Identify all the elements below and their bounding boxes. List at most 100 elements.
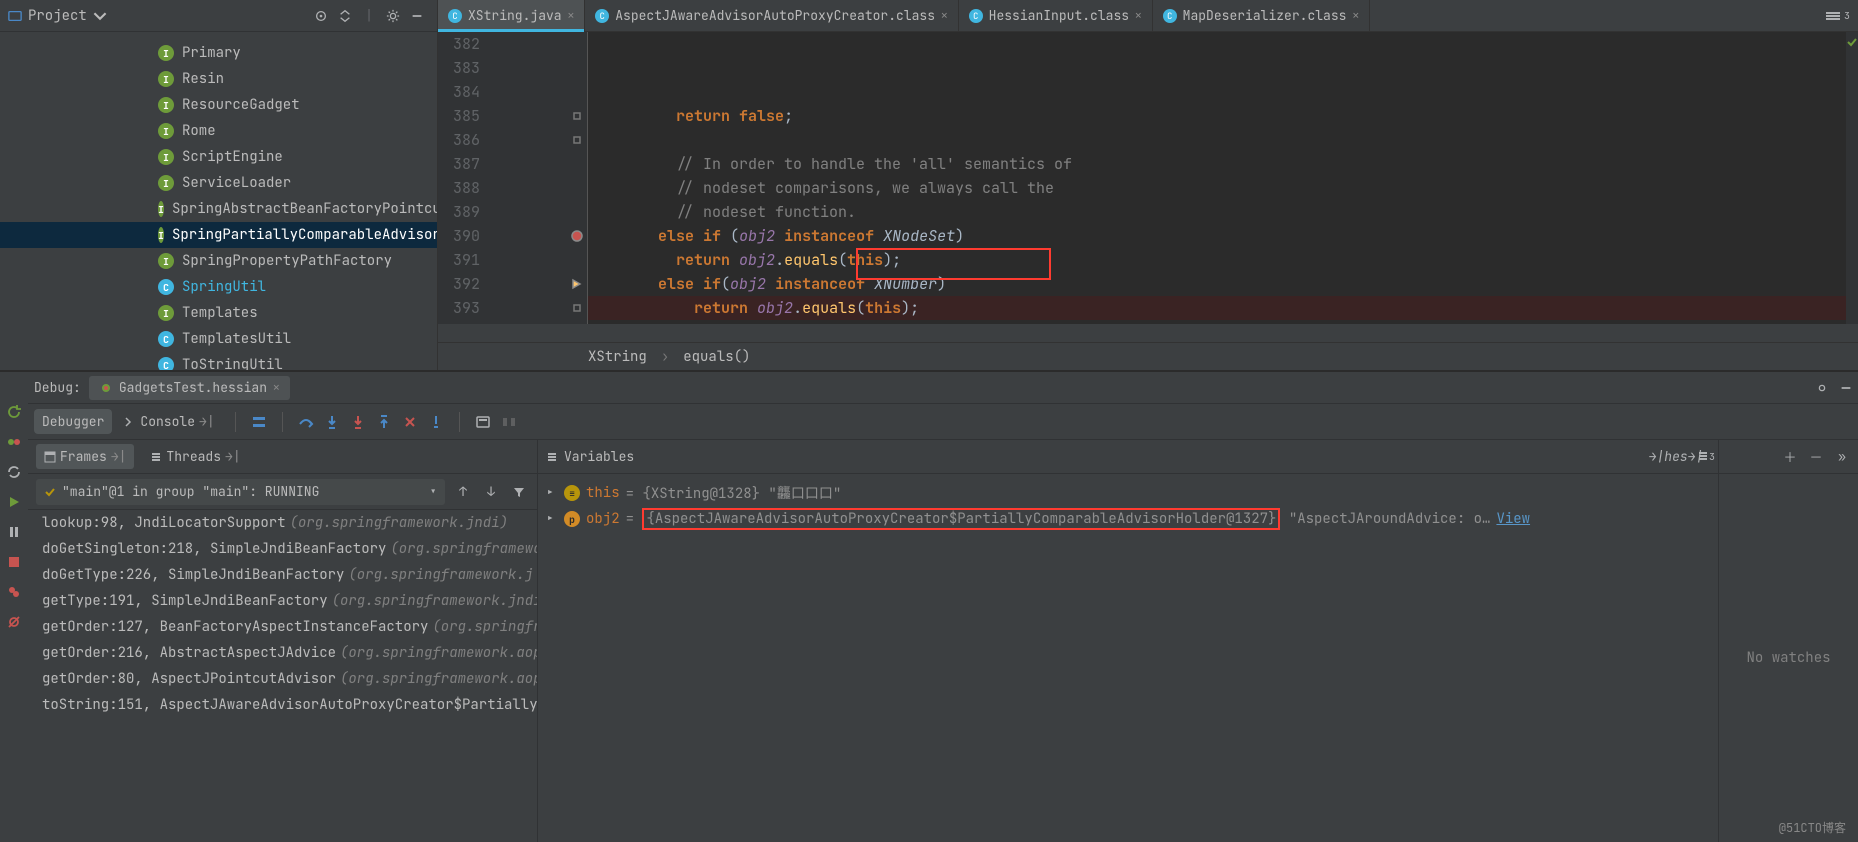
view-link[interactable]: View [1496,510,1530,528]
editor-horizontal-scrollbar[interactable] [438,324,1858,342]
breadcrumb-class[interactable]: XString [588,348,647,366]
code-line[interactable]: return obj2.equals(this); [588,248,1858,272]
resume-icon[interactable] [6,494,22,510]
code-line[interactable]: // In order to handle the 'all' semantic… [588,152,1858,176]
step-over-icon[interactable] [295,411,317,433]
debug-config-tab[interactable]: GadgetsTest.hessian ✕ [89,376,290,400]
breadcrumb-method[interactable]: equals() [683,348,750,366]
expand-icon[interactable]: ▸ [546,510,558,528]
threads-tab[interactable]: Threads →| [142,444,248,469]
tab-debugger[interactable]: Debugger [34,409,112,434]
add-watch-icon[interactable]: ＋ [1780,447,1800,466]
rerun-icon[interactable] [6,404,22,420]
tree-item[interactable]: CSpringUtil [0,274,437,300]
variables-body[interactable]: ▸ ≡ this = {XString@1328} "龘口口口" ▸ p obj… [538,474,1718,842]
class-icon: I [158,305,174,321]
tree-item[interactable]: CTemplatesUtil [0,326,437,352]
mute-breakpoints-icon[interactable] [6,614,22,630]
tree-item[interactable]: CToStringUtil [0,352,437,370]
expand-all-icon[interactable] [333,4,357,28]
run-to-cursor-icon[interactable] [425,411,447,433]
debug-gear-icon[interactable] [1810,376,1834,400]
stack-frame[interactable]: doGetType:226, SimpleJndiBeanFactory(org… [28,562,537,588]
code-line[interactable] [588,128,1858,152]
tree-item-label: ServiceLoader [182,174,291,192]
variable-obj2[interactable]: ▸ p obj2 = {AspectJAwareAdvisorAutoProxy… [546,506,1710,532]
force-step-into-icon[interactable] [347,411,369,433]
locate-icon[interactable] [309,4,333,28]
step-into-icon[interactable] [321,411,343,433]
frames-tab[interactable]: Frames →| [36,444,134,469]
thread-selector[interactable]: "main"@1 in group "main": RUNNING ▾ [36,479,445,505]
project-title[interactable]: Project [8,7,107,25]
hide-icon[interactable] [405,4,429,28]
filter-icon[interactable] [509,486,529,498]
stack-frame[interactable]: lookup:98, JndiLocatorSupport(org.spring… [28,510,537,536]
editor-tab[interactable]: CMapDeserializer.class✕ [1153,0,1370,31]
list-icon[interactable] [1826,11,1840,21]
tree-item[interactable]: ISpringPropertyPathFactory [0,248,437,274]
tree-item[interactable]: IPrimary [0,40,437,66]
stack-frame[interactable]: toString:151, AspectJAwareAdvisorAutoPro… [28,692,537,718]
next-frame-icon[interactable]: ↓ [481,483,501,500]
stack-frame[interactable]: getType:191, SimpleJndiBeanFactory(org.s… [28,588,537,614]
tab-console[interactable]: Console →| [116,409,222,434]
gear-icon[interactable] [381,4,405,28]
code-line[interactable]: // nodeset function. [588,200,1858,224]
error-stripe[interactable] [1846,32,1858,324]
more-watch-icon[interactable]: » [1832,448,1852,465]
code-line[interactable]: else if (obj2 instanceof XNodeSet) [588,224,1858,248]
breadcrumb-bar: XString › equals() [438,342,1858,370]
close-icon[interactable]: ✕ [1135,9,1142,23]
stack-frame[interactable]: getOrder:216, AbstractAspectJAdvice(org.… [28,640,537,666]
stop-icon[interactable] [6,554,22,570]
class-icon: I [158,149,174,165]
close-icon[interactable]: ✕ [273,381,280,395]
stack-frame[interactable]: doGetSingleton:218, SimpleJndiBeanFactor… [28,536,537,562]
code-lines[interactable]: return false; // In order to handle the … [588,32,1858,324]
debug-hide-icon[interactable] [1834,376,1858,400]
fold-icon[interactable] [571,134,583,146]
view-breakpoints-icon[interactable] [6,584,22,600]
project-tree[interactable]: IPrimaryIResinIResourceGadgetIRomeIScrip… [0,32,437,370]
code-line[interactable]: // nodeset comparisons, we always call t… [588,176,1858,200]
editor-tab[interactable]: CAspectJAwareAdvisorAutoProxyCreator.cla… [585,0,958,31]
remove-watch-icon[interactable]: － [1806,447,1826,466]
tree-item[interactable]: IResourceGadget [0,92,437,118]
expand-icon[interactable]: ▸ [546,484,558,502]
frames-panel: Frames →| Threads →| "main"@1 in group " [28,440,538,842]
tree-item[interactable]: IScriptEngine [0,144,437,170]
variable-this[interactable]: ▸ ≡ this = {XString@1328} "龘口口口" [546,480,1710,506]
drop-frame-icon[interactable] [399,411,421,433]
code-line[interactable]: return false; [588,104,1858,128]
fold-icon[interactable] [571,302,583,314]
code-line[interactable]: else [588,320,1858,324]
frames-list[interactable]: lookup:98, JndiLocatorSupport(org.spring… [28,510,537,842]
code-line[interactable]: return obj2.equals(this); [588,296,1858,320]
close-icon[interactable]: ✕ [568,9,575,23]
close-icon[interactable]: ✕ [1352,9,1359,23]
code-line[interactable]: else if(obj2 instanceof XNumber) [588,272,1858,296]
stack-frame[interactable]: getOrder:127, BeanFactoryAspectInstanceF… [28,614,537,640]
trace-current-stream-icon[interactable] [498,411,520,433]
update-icon[interactable] [6,464,22,480]
hes-pin[interactable]: →| hes →| [1664,448,1688,465]
tree-item[interactable]: IServiceLoader [0,170,437,196]
evaluate-expression-icon[interactable] [472,411,494,433]
editor-tab[interactable]: CHessianInput.class✕ [959,0,1153,31]
tree-item[interactable]: IRome [0,118,437,144]
prev-frame-icon[interactable]: ↑ [453,483,473,500]
fold-icon[interactable] [571,110,583,122]
stack-frame[interactable]: getOrder:80, AspectJPointcutAdvisor(org.… [28,666,537,692]
tree-item[interactable]: IResin [0,66,437,92]
tree-item[interactable]: ITemplates [0,300,437,326]
modify-run-icon[interactable] [6,434,22,450]
pause-icon[interactable] [6,524,22,540]
editor-tab[interactable]: CXString.java✕ [438,0,585,31]
show-execution-point-icon[interactable] [248,411,270,433]
breakpoint-icon[interactable] [571,230,583,242]
tree-item[interactable]: ISpringAbstractBeanFactoryPointcut [0,196,437,222]
step-out-icon[interactable] [373,411,395,433]
close-icon[interactable]: ✕ [941,9,948,23]
tree-item[interactable]: ISpringPartiallyComparableAdvisorH [0,222,437,248]
